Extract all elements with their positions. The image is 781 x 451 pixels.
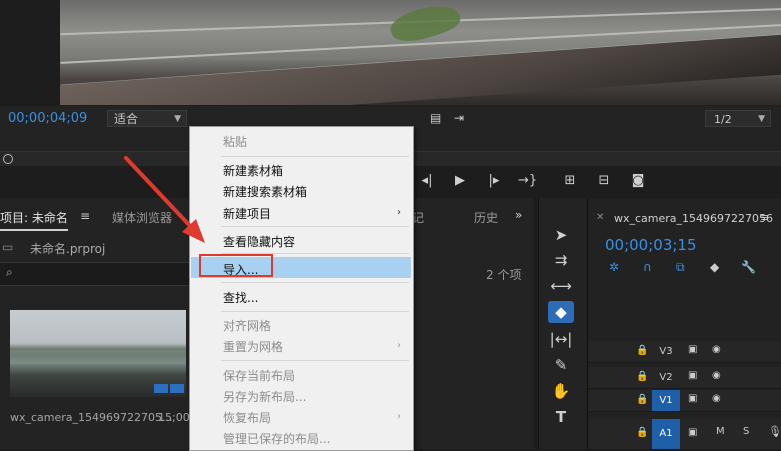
snap-icon[interactable]: ∩ bbox=[643, 260, 652, 274]
chevron-right-icon: › bbox=[397, 411, 401, 422]
razor-tool-icon[interactable]: ◆ bbox=[548, 301, 574, 323]
panel-menu-icon[interactable]: ≡ bbox=[80, 209, 90, 223]
step-back-icon[interactable]: ◂| bbox=[418, 173, 436, 188]
track-name[interactable]: V2 bbox=[652, 367, 680, 388]
folder-icon: ▭ bbox=[2, 240, 14, 254]
clip-thumbnail[interactable] bbox=[10, 310, 186, 397]
track-select-tool-icon[interactable]: ⇉ bbox=[548, 249, 574, 271]
slip-tool-icon[interactable]: |↔| bbox=[548, 328, 574, 350]
track-row[interactable]: 🔒 A1 ▣ M S 🎙 bbox=[588, 419, 781, 450]
tab-media-browser[interactable]: 媒体浏览器 bbox=[112, 209, 172, 226]
track-row[interactable]: 🔒 V1 ▣ ◉ bbox=[588, 390, 781, 412]
playhead-knob[interactable] bbox=[3, 154, 13, 164]
close-icon[interactable]: ✕ bbox=[596, 212, 604, 223]
clip-name: wx_camera_154969722705... bbox=[10, 411, 173, 424]
annotation-highlight-box bbox=[199, 254, 273, 277]
project-search-field[interactable]: ⌕ bbox=[0, 262, 190, 286]
camera-icon[interactable]: ▣ bbox=[688, 370, 697, 381]
menu-item-save-layout[interactable]: 保存当前布局 bbox=[223, 367, 295, 384]
fit-dropdown[interactable]: 适合 ▼ bbox=[107, 110, 187, 127]
chevron-down-icon: ▼ bbox=[174, 114, 181, 124]
camera-icon[interactable]: ▣ bbox=[688, 393, 697, 404]
more-tabs-button[interactable]: » bbox=[515, 208, 522, 222]
pen-tool-icon[interactable]: ✎ bbox=[548, 354, 574, 376]
context-menu: 粘贴 新建素材箱 新建搜索素材箱 新建项目 › 查看隐藏内容 导入... 查找.… bbox=[189, 126, 414, 451]
chevron-down-icon: ▼ bbox=[758, 114, 765, 124]
track-row[interactable]: 🔒 V3 ▣ ◉ bbox=[588, 341, 781, 363]
microphone-icon[interactable]: 🎙 bbox=[768, 425, 781, 438]
eye-icon[interactable]: ◉ bbox=[712, 393, 721, 404]
camera-icon[interactable]: ▣ bbox=[688, 344, 697, 355]
track-row[interactable]: 🔒 V2 ▣ ◉ bbox=[588, 367, 781, 389]
chevron-right-icon: › bbox=[397, 207, 401, 218]
menu-item-find[interactable]: 查找... bbox=[223, 289, 258, 306]
track-name[interactable]: A1 bbox=[652, 419, 680, 449]
menu-item-new-bin[interactable]: 新建素材箱 bbox=[223, 162, 283, 179]
linked-selection-icon[interactable]: ⧉ bbox=[676, 260, 685, 275]
menu-item-paste[interactable]: 粘贴 bbox=[223, 133, 247, 150]
clip-duration: 15;00 bbox=[158, 411, 190, 424]
menu-separator bbox=[221, 226, 409, 227]
video-badge-icon bbox=[154, 384, 168, 393]
menu-item-new-search-bin[interactable]: 新建搜索素材箱 bbox=[223, 183, 307, 200]
lift-icon[interactable]: ⊞ bbox=[561, 173, 579, 188]
export-frame-icon[interactable]: ⇥ bbox=[454, 111, 464, 125]
resolution-dropdown[interactable]: 1/2 ▼ bbox=[705, 110, 771, 127]
type-tool-icon[interactable]: T bbox=[548, 406, 574, 428]
menu-item-save-as-new-layout[interactable]: 另存为新布局... bbox=[223, 388, 306, 405]
go-to-out-icon[interactable]: →} bbox=[518, 173, 537, 188]
selection-tool-icon[interactable]: ➤ bbox=[548, 224, 574, 246]
menu-separator bbox=[221, 282, 409, 283]
track-name[interactable]: V1 bbox=[652, 390, 680, 411]
lock-icon[interactable]: 🔒 bbox=[636, 394, 648, 405]
solo-button[interactable]: S bbox=[743, 426, 749, 437]
menu-item-new-item[interactable]: 新建项目 bbox=[223, 205, 271, 222]
extract-icon[interactable]: ⊟ bbox=[595, 173, 613, 188]
resolution-value: 1/2 bbox=[714, 113, 732, 126]
project-file-name: 未命名.prproj bbox=[30, 242, 106, 256]
camera-icon[interactable]: ▣ bbox=[688, 427, 697, 438]
tab-project[interactable]: 项目: 未命名 bbox=[0, 209, 68, 231]
menu-item-view-hidden[interactable]: 查看隐藏内容 bbox=[223, 233, 295, 250]
camera-icon[interactable]: ◙ bbox=[629, 173, 647, 188]
menu-separator bbox=[221, 156, 409, 157]
step-forward-icon[interactable]: |▸ bbox=[485, 173, 503, 188]
track-name[interactable]: V3 bbox=[652, 341, 680, 362]
playhead-timecode[interactable]: 00;00;04;09 bbox=[8, 111, 87, 126]
fit-dropdown-value: 适合 bbox=[114, 112, 139, 126]
secondary-panel bbox=[410, 198, 534, 449]
wrench-icon[interactable]: 🔧 bbox=[741, 260, 756, 274]
nest-icon[interactable]: ✲ bbox=[609, 260, 619, 274]
play-icon[interactable]: ▶ bbox=[451, 173, 469, 188]
audio-badge-icon bbox=[170, 384, 184, 393]
chevron-right-icon: › bbox=[397, 340, 401, 351]
lock-icon[interactable]: 🔒 bbox=[636, 371, 648, 382]
project-file-row: ▭ 未命名.prproj bbox=[0, 237, 190, 259]
search-icon: ⌕ bbox=[6, 265, 13, 279]
program-monitor-video bbox=[60, 0, 781, 105]
panel-menu-icon[interactable]: ≡ bbox=[760, 211, 769, 224]
tab-history[interactable]: 历史 bbox=[474, 209, 498, 226]
menu-item-manage-layouts[interactable]: 管理已保存的布局... bbox=[223, 430, 330, 447]
timeline-timecode[interactable]: 00;00;03;15 bbox=[605, 236, 697, 254]
marker-icon[interactable]: ◆ bbox=[710, 260, 719, 274]
eye-icon[interactable]: ◉ bbox=[712, 370, 721, 381]
item-count: 2 个项 bbox=[486, 268, 522, 282]
settings-icon[interactable]: ▤ bbox=[430, 111, 441, 125]
menu-separator bbox=[221, 360, 409, 361]
menu-item-restore-layout[interactable]: 恢复布局 bbox=[223, 409, 271, 426]
lock-icon[interactable]: 🔒 bbox=[636, 345, 648, 356]
menu-item-reset-grid[interactable]: 重置为网格 bbox=[223, 338, 283, 355]
eye-icon[interactable]: ◉ bbox=[712, 344, 721, 355]
hand-tool-icon[interactable]: ✋ bbox=[548, 380, 574, 402]
menu-separator bbox=[221, 311, 409, 312]
sequence-tab[interactable]: wx_camera_1549697227056 bbox=[614, 212, 773, 225]
mute-button[interactable]: M bbox=[716, 426, 725, 437]
ripple-edit-tool-icon[interactable]: ⟷ bbox=[548, 275, 574, 297]
lock-icon[interactable]: 🔒 bbox=[636, 427, 648, 438]
menu-item-align-grid[interactable]: 对齐网格 bbox=[223, 317, 271, 334]
